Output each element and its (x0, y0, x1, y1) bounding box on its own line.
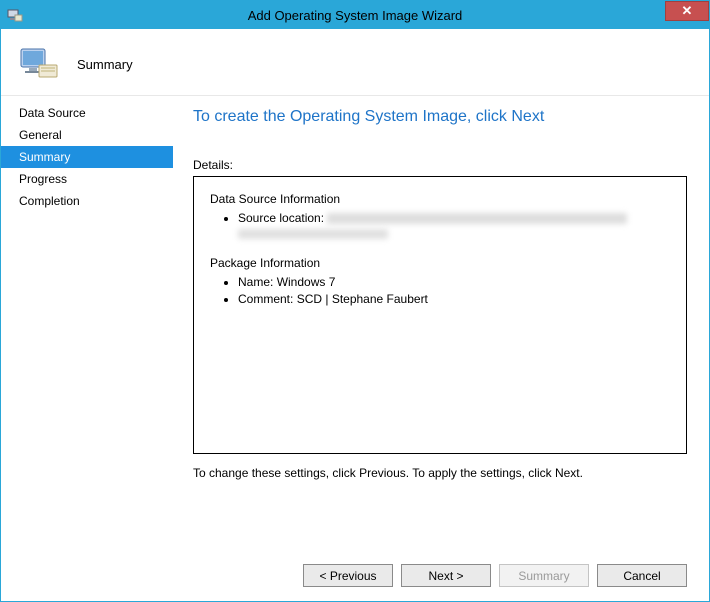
titlebar: Add Operating System Image Wizard ✕ (1, 1, 709, 29)
package-section-title: Package Information (210, 255, 670, 272)
source-location-value-redacted (327, 213, 627, 224)
previous-button[interactable]: < Previous (303, 564, 393, 587)
sidebar-item-completion[interactable]: Completion (1, 190, 173, 212)
main-panel: To create the Operating System Image, cl… (173, 96, 709, 596)
hint-text: To change these settings, click Previous… (193, 466, 687, 480)
button-row: < Previous Next > Summary Cancel (303, 564, 687, 587)
computer-icon (19, 43, 61, 85)
package-comment-row: Comment: SCD | Stephane Faubert (238, 291, 670, 308)
sidebar-item-summary[interactable]: Summary (1, 146, 173, 168)
window-title: Add Operating System Image Wizard (1, 8, 709, 23)
package-name-row: Name: Windows 7 (238, 274, 670, 291)
wizard-body: Data Source General Summary Progress Com… (1, 96, 709, 596)
close-button[interactable]: ✕ (665, 1, 709, 21)
details-box: Data Source Information Source location:… (193, 176, 687, 454)
source-location-value-redacted-line2 (238, 229, 388, 239)
cancel-button[interactable]: Cancel (597, 564, 687, 587)
data-source-section-title: Data Source Information (210, 191, 670, 208)
wizard-header: Summary (1, 29, 709, 96)
main-heading: To create the Operating System Image, cl… (193, 108, 687, 126)
sidebar-item-data-source[interactable]: Data Source (1, 102, 173, 124)
package-name-value: Windows 7 (277, 275, 336, 289)
sidebar: Data Source General Summary Progress Com… (1, 96, 173, 596)
close-icon: ✕ (682, 3, 693, 18)
package-name-label: Name: (238, 275, 273, 289)
package-comment-value: SCD | Stephane Faubert (297, 292, 428, 306)
app-icon (7, 7, 23, 23)
sidebar-item-general[interactable]: General (1, 124, 173, 146)
page-title: Summary (77, 57, 133, 72)
source-location-row: Source location: (238, 210, 670, 227)
package-comment-label: Comment: (238, 292, 293, 306)
details-label: Details: (193, 158, 687, 172)
next-button[interactable]: Next > (401, 564, 491, 587)
package-list: Name: Windows 7 Comment: SCD | Stephane … (210, 274, 670, 308)
wizard-window: Add Operating System Image Wizard ✕ Summ… (0, 0, 710, 602)
data-source-list: Source location: (210, 210, 670, 227)
summary-button: Summary (499, 564, 589, 587)
source-location-label: Source location: (238, 211, 324, 225)
sidebar-item-progress[interactable]: Progress (1, 168, 173, 190)
